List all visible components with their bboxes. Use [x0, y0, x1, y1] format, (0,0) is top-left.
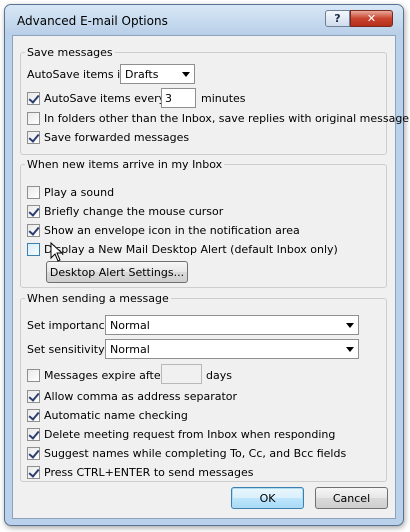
window-title: Advanced E-mail Options: [17, 14, 168, 28]
save-messages-group-label: Save messages: [25, 46, 115, 59]
envelope-icon-row[interactable]: Show an envelope icon in the notificatio…: [27, 222, 300, 238]
play-sound-label: Play a sound: [44, 185, 115, 199]
autosave-folder-value: Drafts: [125, 67, 159, 81]
chevron-down-icon: [346, 323, 354, 328]
autosave-every-label: AutoSave items every:: [44, 91, 169, 105]
autosave-folder-dropdown[interactable]: Drafts: [120, 64, 195, 84]
close-icon: ✕: [366, 12, 377, 25]
title-bar[interactable]: Advanced E-mail Options ? ✕: [5, 5, 403, 35]
help-icon: ?: [334, 12, 341, 25]
expire-row[interactable]: Messages expire after:: [27, 367, 169, 383]
save-replies-checkbox[interactable]: [27, 111, 40, 125]
desktop-alert-settings-button[interactable]: Desktop Alert Settings...: [46, 261, 188, 283]
sensitivity-dropdown[interactable]: Normal: [105, 339, 359, 359]
cancel-button[interactable]: Cancel: [315, 487, 388, 509]
sending-group: When sending a message Set importance: N…: [20, 292, 387, 482]
comma-separator-row[interactable]: Allow comma as address separator: [27, 388, 237, 404]
autosave-minutes-value: 3: [165, 91, 172, 105]
play-sound-row[interactable]: Play a sound: [27, 184, 114, 200]
expire-label: Messages expire after:: [44, 368, 169, 382]
desktop-alert-settings-label: Desktop Alert Settings...: [49, 265, 185, 279]
change-cursor-label: Briefly change the mouse cursor: [44, 204, 224, 218]
sensitivity-value: Normal: [110, 342, 150, 356]
autosave-every-row[interactable]: AutoSave items every:: [27, 90, 168, 106]
envelope-icon-label: Show an envelope icon in the notificatio…: [44, 223, 300, 237]
name-checking-label: Automatic name checking: [44, 408, 188, 422]
dialog-window: Advanced E-mail Options ? ✕ Save message…: [4, 4, 409, 526]
ok-label: OK: [259, 491, 276, 505]
suggest-names-label: Suggest names while completing To, Cc, a…: [44, 446, 347, 460]
name-checking-checkbox[interactable]: [27, 408, 40, 422]
suggest-names-checkbox[interactable]: [27, 446, 40, 460]
ctrl-enter-row[interactable]: Press CTRL+ENTER to send messages: [27, 464, 253, 480]
desktop-alert-checkbox[interactable]: [27, 242, 40, 256]
importance-dropdown[interactable]: Normal: [105, 315, 359, 335]
sensitivity-label: Set sensitivity:: [27, 343, 108, 356]
help-button[interactable]: ?: [325, 10, 350, 27]
save-forwarded-row[interactable]: Save forwarded messages: [27, 129, 189, 145]
play-sound-checkbox[interactable]: [27, 185, 40, 199]
importance-value: Normal: [110, 318, 150, 332]
ok-button[interactable]: OK: [231, 487, 304, 509]
desktop-alert-label: Display a New Mail Desktop Alert (defaul…: [44, 242, 338, 256]
save-replies-label: In folders other than the Inbox, save re…: [44, 111, 410, 125]
ctrl-enter-label: Press CTRL+ENTER to send messages: [44, 465, 254, 479]
save-forwarded-checkbox[interactable]: [27, 130, 40, 144]
suggest-names-row[interactable]: Suggest names while completing To, Cc, a…: [27, 445, 346, 461]
days-label: days: [206, 369, 232, 382]
autosave-in-label: AutoSave items in:: [27, 68, 131, 81]
ctrl-enter-checkbox[interactable]: [27, 465, 40, 479]
dialog-body: Save messages AutoSave items in: Drafts …: [12, 35, 409, 519]
delete-meeting-checkbox[interactable]: [27, 427, 40, 441]
close-button[interactable]: ✕: [350, 10, 393, 27]
name-checking-row[interactable]: Automatic name checking: [27, 407, 188, 423]
comma-separator-checkbox[interactable]: [27, 389, 40, 403]
expire-days-input[interactable]: [161, 364, 202, 384]
chevron-down-icon: [346, 347, 354, 352]
sending-group-label: When sending a message: [25, 292, 171, 305]
save-replies-row[interactable]: In folders other than the Inbox, save re…: [27, 110, 409, 126]
comma-separator-label: Allow comma as address separator: [44, 389, 238, 403]
expire-checkbox[interactable]: [27, 368, 40, 382]
mouse-pointer-icon: [50, 242, 64, 262]
chevron-down-icon: [182, 72, 190, 77]
desktop-alert-row[interactable]: Display a New Mail Desktop Alert (defaul…: [27, 241, 338, 257]
new-items-group: When new items arrive in my Inbox Play a…: [20, 158, 387, 288]
save-forwarded-label: Save forwarded messages: [44, 130, 190, 144]
minutes-label: minutes: [201, 92, 246, 105]
envelope-icon-checkbox[interactable]: [27, 223, 40, 237]
change-cursor-checkbox[interactable]: [27, 204, 40, 218]
change-cursor-row[interactable]: Briefly change the mouse cursor: [27, 203, 223, 219]
delete-meeting-row[interactable]: Delete meeting request from Inbox when r…: [27, 426, 335, 442]
autosave-minutes-input[interactable]: 3: [161, 88, 196, 108]
delete-meeting-label: Delete meeting request from Inbox when r…: [44, 427, 336, 441]
new-items-group-label: When new items arrive in my Inbox: [25, 158, 225, 171]
save-messages-group: Save messages AutoSave items in: Drafts …: [20, 46, 409, 155]
cancel-label: Cancel: [332, 491, 371, 505]
importance-label: Set importance:: [27, 319, 116, 332]
autosave-every-checkbox[interactable]: [27, 91, 40, 105]
